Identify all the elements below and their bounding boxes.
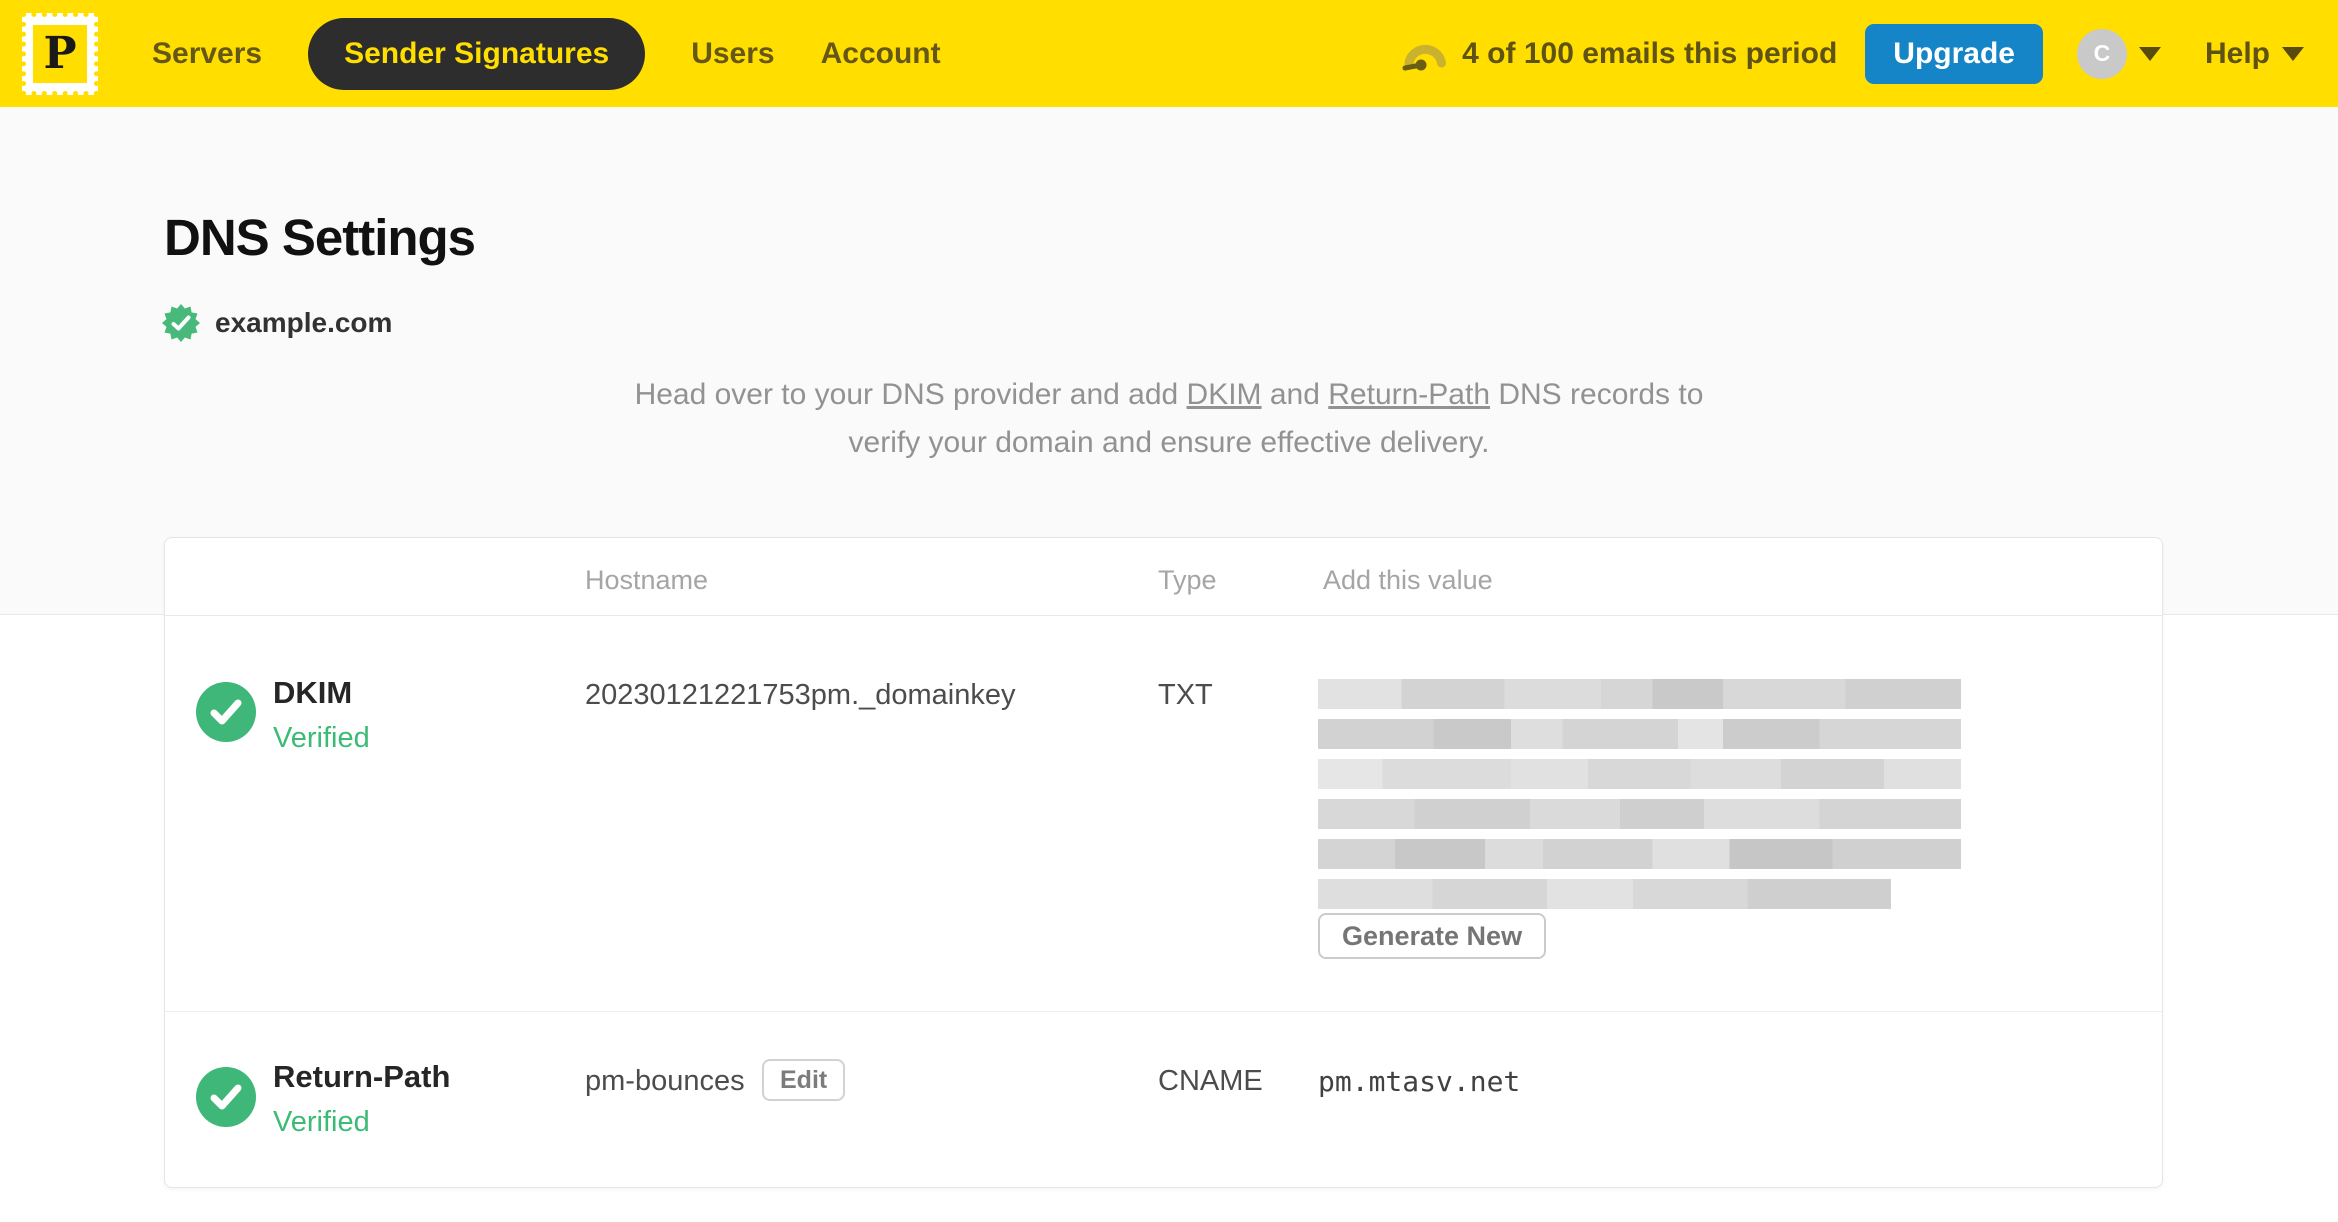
redacted-bar [1318, 719, 1961, 749]
status-badge: Verified [273, 1106, 370, 1138]
navbar-right: 4 of 100 emails this period Upgrade C He… [1402, 23, 2304, 84]
status-badge: Verified [273, 722, 370, 754]
dkim-link[interactable]: DKIM [1187, 378, 1262, 411]
postmark-logo[interactable]: P [21, 11, 99, 96]
domain-name: example.com [215, 307, 393, 338]
return-path-link[interactable]: Return-Path [1328, 378, 1490, 411]
nav-item-account[interactable]: Account [821, 37, 941, 71]
domain-row: example.com [161, 303, 392, 343]
column-header-add-this-value: Add this value [1323, 565, 1493, 595]
help-menu[interactable]: Help [2205, 37, 2304, 71]
verified-check-icon [196, 1067, 256, 1127]
description-text: DNS records to [1490, 378, 1704, 411]
redacted-bar [1318, 839, 1961, 869]
record-name: DKIM [273, 675, 353, 710]
description-text: Head over to your DNS provider and add [634, 378, 1187, 411]
record-name: Return-Path [273, 1059, 451, 1094]
redacted-bar [1318, 679, 1961, 709]
redacted-bar [1318, 759, 1961, 789]
row-divider [165, 1011, 2162, 1012]
main-content: DNS Settings example.com Head over to yo… [0, 107, 2338, 1222]
dkim-value-redacted [1318, 679, 1961, 919]
top-navbar: P Servers Sender Signatures Users Accoun… [0, 0, 2338, 107]
description-text: and [1261, 378, 1329, 411]
generate-new-button[interactable]: Generate New [1318, 913, 1547, 959]
redacted-bar [1318, 799, 1961, 829]
column-header-hostname: Hostname [585, 565, 709, 595]
chevron-down-icon [2138, 46, 2161, 61]
nav-item-sender-signatures-active[interactable]: Sender Signatures [308, 17, 646, 90]
cname-value: pm.mtasv.net [1318, 1065, 1521, 1098]
edit-button[interactable]: Edit [762, 1059, 846, 1101]
nav-item-servers[interactable]: Servers [152, 37, 262, 71]
record-type: TXT [1158, 679, 1213, 711]
verified-badge-icon [162, 304, 200, 342]
page-description: Head over to your DNS provider and add D… [369, 371, 1969, 467]
help-label: Help [2204, 36, 2270, 70]
redacted-bar [1318, 879, 1891, 909]
verified-check-icon [196, 682, 256, 742]
account-menu[interactable]: C [2076, 28, 2161, 79]
upgrade-button[interactable]: Upgrade [1865, 23, 2043, 84]
usage-text: 4 of 100 emails this period [1462, 36, 1838, 70]
record-type: CNAME [1158, 1065, 1263, 1097]
gauge-icon [1402, 44, 1447, 70]
nav-item-users[interactable]: Users [691, 37, 774, 71]
header-divider [165, 615, 2162, 616]
postmark-stamp-icon: P [33, 24, 87, 83]
usage-meter[interactable]: 4 of 100 emails this period [1402, 36, 1837, 72]
dns-records-card: Hostname Type Add this value DKIM Verifi… [164, 537, 2163, 1188]
brand-letter: P [43, 27, 77, 79]
column-header-type: Type [1158, 565, 1217, 595]
avatar: C [2076, 28, 2127, 79]
description-text: verify your domain and ensure effective … [848, 426, 1490, 459]
chevron-down-icon [2282, 46, 2304, 61]
hostname-value: 20230121221753pm._domainkey [585, 679, 1016, 711]
page-title: DNS Settings [164, 209, 476, 266]
primary-nav: Servers Sender Signatures Users Account [152, 17, 941, 90]
hostname-value: pm-bounces [585, 1065, 745, 1097]
